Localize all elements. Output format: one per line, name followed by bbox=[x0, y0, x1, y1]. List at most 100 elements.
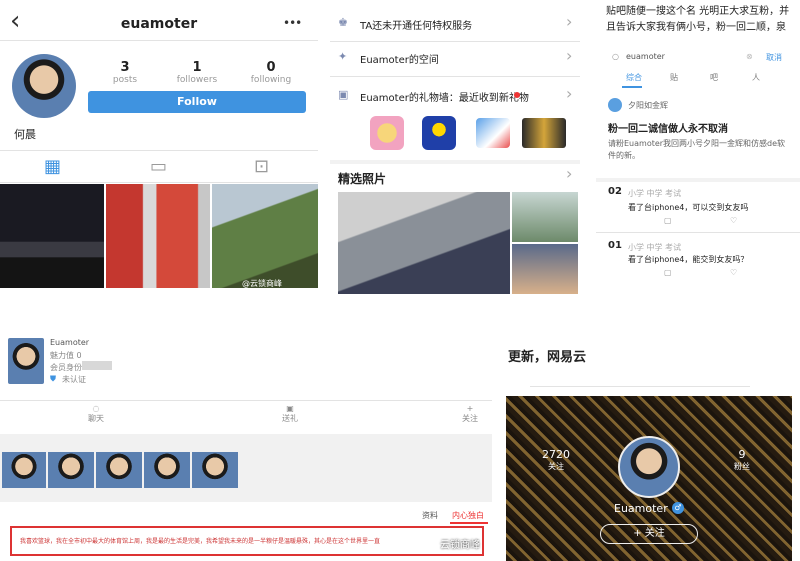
plus-icon: + bbox=[466, 404, 474, 413]
album-photo[interactable] bbox=[48, 452, 94, 488]
comment-icon[interactable]: ▢ bbox=[664, 268, 672, 277]
avatar[interactable] bbox=[618, 436, 680, 498]
shield-icon: ⛊ bbox=[50, 374, 56, 383]
row-divider bbox=[330, 41, 580, 42]
featured-photo[interactable] bbox=[338, 192, 510, 294]
row-label: Euamoter的礼物墙：最近收到新礼物 bbox=[360, 93, 529, 104]
qq-panel: ♚ TA还未开通任何特权服务 › ✦ Euamoter的空间 › ▣ Euamo… bbox=[330, 0, 580, 296]
featured-photo[interactable] bbox=[512, 244, 578, 294]
chat-button[interactable]: ◌ 聊天 bbox=[60, 404, 132, 432]
gift-icon: ▣ bbox=[338, 88, 349, 101]
gift-item[interactable] bbox=[370, 116, 404, 150]
tab-bars[interactable]: 吧 bbox=[710, 72, 718, 83]
chevron-right-icon: › bbox=[566, 46, 573, 65]
male-icon: ♂ bbox=[672, 502, 684, 514]
search-bar[interactable]: ○ euamoter ⊗ 取消 bbox=[604, 50, 792, 66]
follow-button[interactable]: Follow bbox=[88, 91, 306, 113]
stat-value: 0 bbox=[266, 60, 276, 75]
stat-following[interactable]: 0 following bbox=[244, 60, 298, 85]
action-label: 送礼 bbox=[282, 414, 298, 423]
profile-username: Euamoter bbox=[50, 338, 90, 347]
stat-fans[interactable]: 9 粉丝 bbox=[718, 448, 766, 472]
photos-title: 精选照片 bbox=[338, 172, 387, 186]
list-item[interactable]: 夕阳如金辉 粉一回二诚信做人永不取消 请粉Euamoter我回两小号夕阳一金辉和… bbox=[604, 94, 792, 174]
action-divider bbox=[0, 400, 492, 401]
verify-badge: 未认证 bbox=[62, 375, 86, 384]
clear-icon[interactable]: ⊗ bbox=[746, 52, 753, 61]
weibo-panel: Euamoter 魅力值 0 会员身份 ⛊ 未认证 ◌ 聊天 ▣ 送礼 + 关注… bbox=[0, 330, 492, 561]
gift-button[interactable]: ▣ 送礼 bbox=[254, 404, 326, 432]
qq-row[interactable]: ✦ Euamoter的空间 › bbox=[330, 44, 580, 72]
list-item[interactable]: 02 小学 中学 考试 看了台iphone4，可以交到女友吗 ▢ ♡ bbox=[604, 184, 792, 230]
like-icon[interactable]: ♡ bbox=[730, 268, 737, 277]
gift-item[interactable] bbox=[422, 116, 456, 150]
chevron-right-icon: › bbox=[566, 12, 573, 31]
item-text: 看了台iphone4，能交到女友吗？ bbox=[628, 255, 749, 264]
search-input[interactable]: euamoter bbox=[626, 52, 665, 61]
post-author: 夕阳如金辉 bbox=[628, 101, 668, 110]
qq-row[interactable]: ▣ Euamoter的礼物墙：最近收到新礼物 › bbox=[330, 82, 580, 110]
stat-label: posts bbox=[112, 75, 138, 85]
qq-row[interactable]: ♚ TA还未开通任何特权服务 › bbox=[330, 10, 580, 38]
grid-view-icon[interactable]: ▦ bbox=[44, 156, 61, 177]
follow-button[interactable]: + 关注 bbox=[600, 524, 698, 544]
featured-photo[interactable] bbox=[512, 192, 578, 242]
charm-value: 魅力值 0 bbox=[50, 351, 82, 360]
search-icon: ○ bbox=[612, 52, 619, 61]
avatar bbox=[608, 98, 622, 112]
avatar[interactable] bbox=[12, 54, 76, 118]
item-divider bbox=[596, 232, 800, 233]
tab-indicator bbox=[622, 86, 642, 88]
tieba-panel: 贴吧随便一搜这个名 光明正大求互粉，并且告诉大家我有俩小号，粉一回二顺，泉 ○ … bbox=[596, 0, 800, 296]
item-divider bbox=[596, 178, 800, 182]
avatar[interactable] bbox=[8, 338, 44, 384]
cancel-button[interactable]: 取消 bbox=[766, 52, 782, 63]
tab-indicator bbox=[450, 522, 488, 524]
stat-label: following bbox=[250, 75, 292, 85]
like-icon[interactable]: ♡ bbox=[730, 216, 737, 225]
watermark: 云锁商峰 bbox=[440, 540, 480, 551]
tagged-icon[interactable]: ⊡ bbox=[254, 156, 269, 177]
action-label: 关注 bbox=[462, 414, 478, 423]
profile-username: euamoter bbox=[120, 16, 198, 32]
tab-posts[interactable]: 贴 bbox=[670, 72, 678, 83]
chevron-right-icon[interactable]: › bbox=[566, 164, 572, 183]
follow-button[interactable]: + 关注 bbox=[452, 404, 488, 432]
tab-all[interactable]: 综合 bbox=[626, 72, 642, 83]
item-number: 02 bbox=[608, 186, 622, 197]
stat-posts[interactable]: 3 posts bbox=[100, 60, 150, 85]
tab-profile[interactable]: 资料 bbox=[422, 510, 438, 521]
chat-icon: ◌ bbox=[92, 404, 100, 413]
post-thumbnail[interactable] bbox=[212, 184, 318, 288]
list-item[interactable]: 01 小学 中学 考试 看了台iphone4，能交到女友吗？ ▢ ♡ bbox=[604, 238, 792, 284]
bio-box: 我喜欢篮球，我在全市初中最大的体育馆上周，我是最的生活是完美，我希望我未来的是一… bbox=[10, 526, 484, 556]
netease-caption: 更新，网易云 bbox=[508, 350, 587, 365]
post-thumbnail[interactable] bbox=[106, 184, 210, 288]
album-photo[interactable] bbox=[96, 452, 142, 488]
bio-text: 我喜欢篮球，我在全市初中最大的体育馆上周，我是最的生活是完美，我希望我未来的是一… bbox=[20, 538, 381, 545]
caption-divider bbox=[530, 386, 750, 387]
profile-username: Euamoter bbox=[614, 502, 668, 515]
tab-people[interactable]: 人 bbox=[752, 72, 760, 83]
post-title: 粉一回二诚信做人永不取消 bbox=[608, 124, 728, 135]
stat-label: 粉丝 bbox=[734, 462, 750, 471]
gift-item[interactable] bbox=[522, 118, 566, 148]
more-options-icon[interactable]: ••• bbox=[283, 16, 302, 30]
album-photo[interactable] bbox=[192, 452, 238, 488]
stat-followers[interactable]: 1 followers bbox=[170, 60, 224, 85]
tab-inner-monologue[interactable]: 内心独白 bbox=[452, 510, 484, 521]
intro-text: 贴吧随便一搜这个名 光明正大求互粉，并且告诉大家我有俩小号，粉一回二顺，泉 bbox=[606, 6, 790, 33]
post-thumbnail[interactable] bbox=[0, 184, 104, 288]
gift-item[interactable] bbox=[476, 118, 510, 148]
new-dot-icon bbox=[514, 92, 520, 98]
album-photo[interactable] bbox=[2, 452, 46, 488]
row-label: Euamoter的空间 bbox=[360, 55, 439, 66]
comment-icon[interactable]: ▢ bbox=[664, 216, 672, 225]
member-identity: 会员身份 bbox=[50, 363, 82, 372]
section-divider bbox=[330, 160, 580, 164]
album-photo[interactable] bbox=[144, 452, 190, 488]
list-view-icon[interactable]: ▭ bbox=[150, 156, 167, 177]
watermark: @云锁商峰 bbox=[242, 279, 282, 288]
stat-following[interactable]: 2720 关注 bbox=[532, 448, 580, 472]
netease-panel: 2720 关注 9 粉丝 Euamoter ♂ + 关注 bbox=[506, 396, 792, 561]
